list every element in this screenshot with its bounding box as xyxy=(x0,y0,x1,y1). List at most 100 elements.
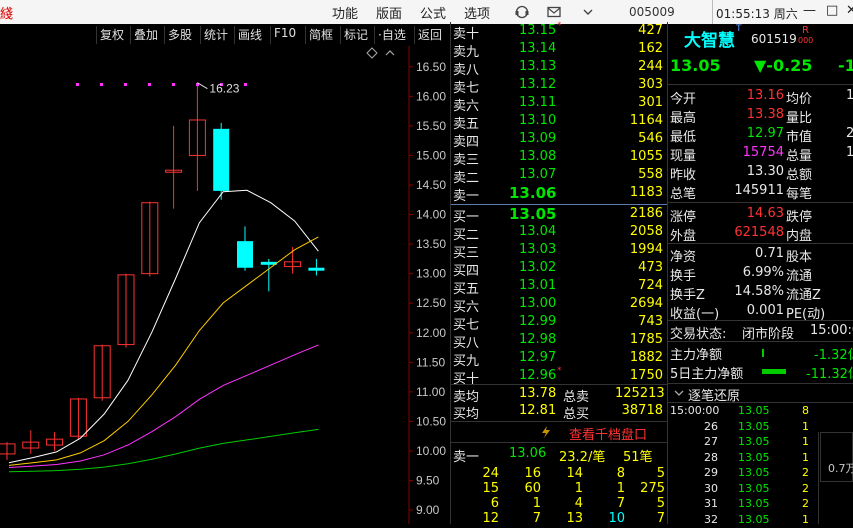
sell-level-volume: 427 xyxy=(638,23,663,38)
sell-level-volume: 1164 xyxy=(629,113,663,128)
buy-level-volume: 2186 xyxy=(629,206,663,221)
sell-level-label: 卖五 xyxy=(453,117,480,132)
sell1-count: 51笔 xyxy=(623,450,653,465)
tick-volume: 8 xyxy=(802,404,809,417)
sell-level-label: 卖十 xyxy=(453,27,480,42)
sell-level-label: 卖四 xyxy=(453,135,480,150)
stat-value: 145911 xyxy=(734,183,784,198)
info-marker: T xyxy=(736,24,742,34)
sell-level-mark: * xyxy=(557,21,562,31)
draw-line-button[interactable]: 画线 xyxy=(234,26,262,44)
stat-label-2: 内盘 xyxy=(786,229,813,244)
stat-label-2: 市值 xyxy=(786,130,813,145)
divider xyxy=(451,384,667,385)
view-thousand-level-link[interactable]: 查看千档盘口 xyxy=(569,424,647,443)
sell-level-label: 卖八 xyxy=(453,63,480,78)
buy-level-volume: 1785 xyxy=(629,332,663,347)
kline-chart[interactable]: 16.50 16.00 15.50 15.00 14.50 14.00 13.50 13.00… xyxy=(0,46,450,524)
stat-label: 总笔 xyxy=(670,187,697,202)
price-label: 15.00 xyxy=(416,148,446,162)
price-change-pct: -1 xyxy=(838,56,853,75)
tick-volume: 2 xyxy=(802,497,809,510)
sell-avg-value: 13.78 xyxy=(519,386,557,401)
queue-cell: 15 xyxy=(482,481,499,496)
mark-button[interactable]: 标记 xyxy=(340,26,368,44)
buy-level-price: 13.00 xyxy=(519,296,557,311)
tick-price: 13.05 xyxy=(738,497,770,510)
buy-level-price: 13.01 xyxy=(519,278,557,293)
sell-level-volume: 162 xyxy=(638,41,663,56)
trade-status-label: 交易状态: xyxy=(670,327,727,342)
buy-level-price: 12.97 xyxy=(519,350,557,365)
main-net-bar xyxy=(762,349,764,357)
queue-cell: 4 xyxy=(574,496,583,511)
stat-label-2: 总量 xyxy=(786,149,813,164)
stat-label-2: 量比 xyxy=(786,111,813,126)
buy-level-volume: 743 xyxy=(638,314,663,329)
buy-level-price: 12.96 xyxy=(519,368,557,383)
stat-label: 外盘 xyxy=(670,229,697,244)
multi-stock-button[interactable]: 多股 xyxy=(164,26,192,44)
stat-label: 换手 xyxy=(670,269,697,284)
queue-cell: 24 xyxy=(482,466,499,481)
sell-level-label: 卖六 xyxy=(453,99,480,114)
queue-cell: 6 xyxy=(490,496,499,511)
buy-level-label: 买九 xyxy=(453,354,480,369)
queue-cell: 8 xyxy=(616,466,625,481)
queue-cell: 14 xyxy=(566,466,583,481)
buy-level-volume: 2694 xyxy=(629,296,663,311)
headset-icon[interactable] xyxy=(514,4,530,20)
badge-code: 000 xyxy=(798,36,814,45)
maximize-button[interactable]: □ xyxy=(826,3,838,18)
mail-icon[interactable] xyxy=(546,4,562,20)
buy-level-price: 13.05 xyxy=(509,205,557,223)
price-label: 12.50 xyxy=(416,296,446,310)
window-title-fragment: 綫 xyxy=(0,7,14,22)
price-label: 16.00 xyxy=(416,89,446,103)
ma5-line xyxy=(8,189,319,464)
overlay-button[interactable]: 叠加 xyxy=(130,26,158,44)
collapse-icon[interactable] xyxy=(674,388,684,398)
sell-level-volume: 1055 xyxy=(629,149,663,164)
back-button[interactable]: 返回 xyxy=(414,26,442,44)
menu-formula[interactable]: 公式 xyxy=(420,3,446,22)
buy-level-price: 12.98 xyxy=(519,332,557,347)
buy-level-price: 12.99 xyxy=(519,314,557,329)
menu-options[interactable]: 选项 xyxy=(464,3,490,22)
candle-body xyxy=(213,128,230,191)
price-label: 16.50 xyxy=(416,60,446,74)
badge-r: R xyxy=(802,25,809,36)
watchlist-button[interactable]: ·自选 xyxy=(374,26,406,44)
tick-time: 29 xyxy=(704,466,718,479)
stat-value: 14.58% xyxy=(734,284,784,299)
price-label: 13.50 xyxy=(416,237,446,251)
main-net5-label: 5日主力净额 xyxy=(670,367,744,382)
price-label: 9.00 xyxy=(416,503,440,517)
tick-time: 31 xyxy=(704,497,718,510)
menu-layout[interactable]: 版面 xyxy=(376,3,402,22)
divider xyxy=(668,243,853,244)
menu-function[interactable]: 功能 xyxy=(332,3,358,22)
divider xyxy=(668,341,853,342)
total-buy-label: 总买 xyxy=(563,407,590,422)
stat-value: 13.38 xyxy=(746,107,784,122)
marker-dot xyxy=(244,83,247,86)
tick-price: 13.05 xyxy=(738,450,770,464)
tick-time: 26 xyxy=(704,419,718,433)
restore-rights-button[interactable]: 复权 xyxy=(96,26,124,44)
f10-button[interactable]: F10 xyxy=(270,26,296,44)
divider xyxy=(668,320,853,321)
minimize-button[interactable]: — xyxy=(803,3,816,18)
sell-level-volume: 303 xyxy=(638,77,663,92)
buy-level-price: 13.04 xyxy=(519,224,557,239)
queue-cell: 275 xyxy=(640,481,665,496)
simple-frame-button[interactable]: 简框 xyxy=(305,26,333,44)
queue-cell: 1 xyxy=(574,481,583,496)
close-button[interactable]: ✕ xyxy=(846,3,853,18)
stat-value-2: 2 xyxy=(846,126,853,141)
sell-level-price: 13.06 xyxy=(509,184,557,202)
price-label: 9.50 xyxy=(416,474,440,488)
statistics-button[interactable]: 统计 xyxy=(200,26,228,44)
chevron-down-icon[interactable] xyxy=(580,4,596,20)
price-label: 11.50 xyxy=(416,355,445,369)
